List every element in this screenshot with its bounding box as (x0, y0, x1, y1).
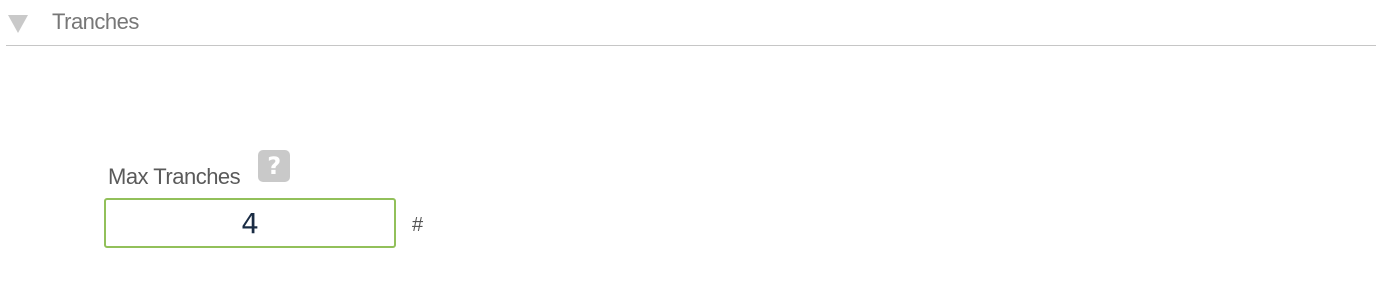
max-tranches-label: Max Tranches (108, 164, 241, 189)
max-tranches-input[interactable] (104, 198, 396, 248)
section-title: Tranches (52, 8, 139, 34)
caret-down-icon[interactable] (8, 14, 28, 33)
max-tranches-label-row: Max Tranches ? (108, 150, 291, 190)
question-mark-icon[interactable]: ? (258, 150, 291, 182)
unit-label: # (412, 214, 424, 236)
section-header-tranches[interactable]: Tranches (6, 0, 1376, 46)
